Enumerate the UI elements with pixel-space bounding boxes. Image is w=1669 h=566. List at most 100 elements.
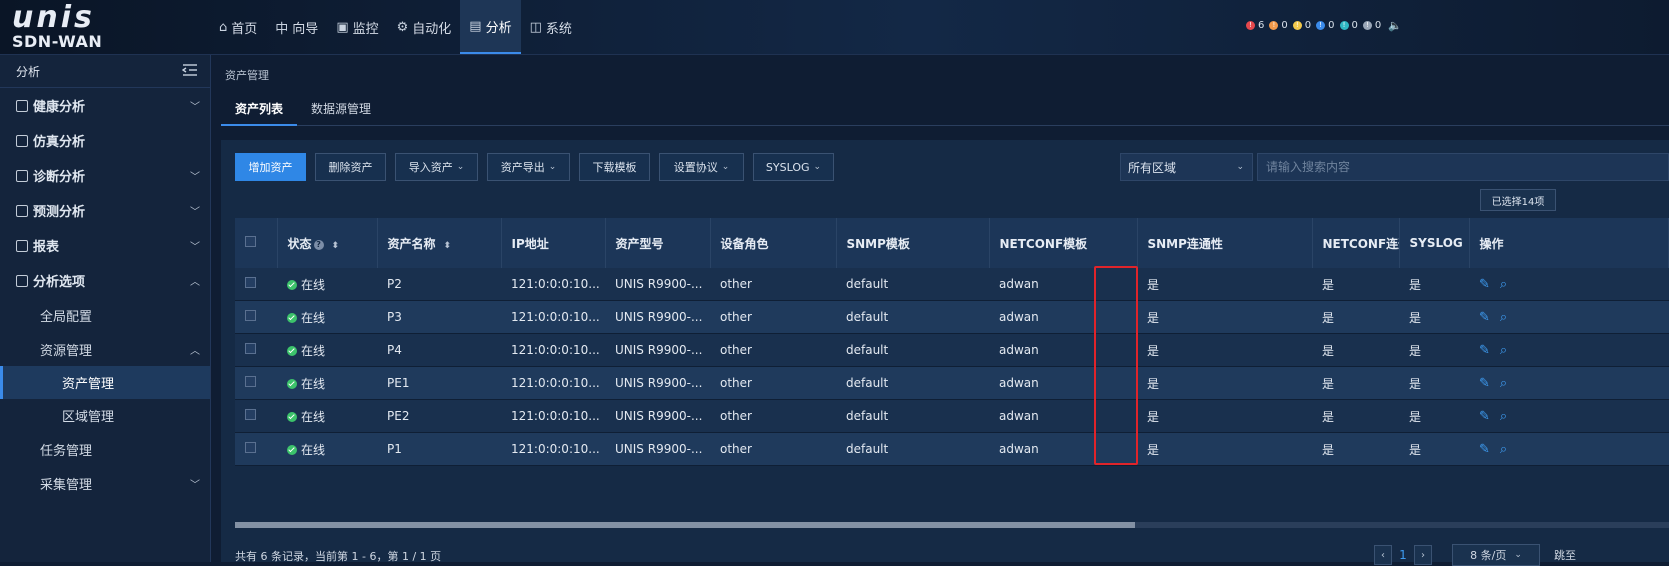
edit-icon[interactable]: ✎: [1479, 277, 1490, 292]
next-page-button[interactable]: ›: [1414, 545, 1432, 565]
alarm-info[interactable]: ! 0: [1339, 20, 1358, 31]
table-row[interactable]: 在线 P1 121:0:0:0:10... UNIS R9900-... oth…: [235, 432, 1669, 466]
scrollbar-thumb[interactable]: [235, 522, 1135, 528]
online-check-icon: [287, 345, 297, 356]
table-row[interactable]: 在线 P4 121:0:0:0:10... UNIS R9900-... oth…: [235, 333, 1669, 367]
search-input[interactable]: [1257, 153, 1669, 181]
alarm-count: 0: [1328, 20, 1335, 31]
collapse-menu-icon[interactable]: [182, 63, 198, 77]
jump-to-label: 跳至: [1554, 549, 1576, 562]
add-asset-button[interactable]: 增加资产: [235, 153, 306, 181]
sidebar-item-label: 采集管理: [40, 477, 93, 493]
alarm-major[interactable]: ! 0: [1269, 20, 1288, 31]
select-all-checkbox[interactable]: [245, 236, 256, 247]
col-name[interactable]: 资产名称 ⬍: [377, 218, 502, 268]
sidebar-item-prediction[interactable]: 预测分析 ﹀: [0, 193, 210, 228]
chevron-down-icon: ⌄: [1514, 550, 1522, 560]
status-cell: 在线: [277, 333, 377, 367]
detail-icon[interactable]: ⌕: [1500, 277, 1507, 292]
sort-icon[interactable]: ⬍: [332, 241, 340, 251]
sidebar-item-asset[interactable]: 资产管理: [0, 366, 210, 399]
sidebar-item-report[interactable]: 报表 ﹀: [0, 228, 210, 263]
horizontal-scrollbar[interactable]: [235, 522, 1669, 528]
edit-icon[interactable]: ✎: [1479, 310, 1490, 325]
sidebar-item-diagnosis[interactable]: 诊断分析 ﹀: [0, 158, 210, 193]
row-checkbox[interactable]: [245, 376, 256, 387]
row-checkbox[interactable]: [245, 343, 256, 354]
table-row[interactable]: 在线 PE2 121:0:0:0:10... UNIS R9900-... ot…: [235, 399, 1669, 433]
alarm-info-icon: !: [1339, 21, 1349, 30]
detail-icon[interactable]: ⌕: [1500, 409, 1507, 424]
nav-automation[interactable]: ⚙ 自动化: [388, 0, 461, 54]
sidebar-item-health[interactable]: 健康分析 ﹀: [0, 88, 210, 123]
syslog-button[interactable]: SYSLOG ⌄: [753, 153, 834, 181]
table-row[interactable]: 在线 P3 121:0:0:0:10... UNIS R9900-... oth…: [235, 300, 1669, 334]
sidebar-item-simulation[interactable]: 仿真分析: [0, 123, 210, 158]
row-checkbox[interactable]: [245, 409, 256, 420]
ip-cell: 121:0:0:0:10...: [501, 333, 605, 367]
set-protocol-button[interactable]: 设置协议 ⌄: [659, 153, 744, 181]
col-snmp-template: SNMP模板: [836, 218, 990, 268]
nav-home[interactable]: ⌂ 首页: [210, 0, 266, 54]
table-row[interactable]: 在线 PE1 121:0:0:0:10... UNIS R9900-... ot…: [235, 366, 1669, 400]
alarm-warning[interactable]: ! 0: [1316, 20, 1335, 31]
import-asset-button[interactable]: 导入资产 ⌄: [395, 153, 478, 181]
table-row[interactable]: 在线 P2 121:0:0:0:10... UNIS R9900-... oth…: [235, 268, 1669, 301]
alarm-unknown-icon: !: [1362, 21, 1372, 30]
status-cell: 在线: [277, 366, 377, 400]
region-select[interactable]: 所有区域 ⌄: [1120, 153, 1253, 181]
nav-monitor[interactable]: ▣ 监控: [327, 0, 387, 54]
ip-cell: 121:0:0:0:10...: [501, 399, 605, 433]
row-checkbox[interactable]: [245, 277, 256, 288]
edit-icon[interactable]: ✎: [1479, 376, 1490, 391]
sort-icon[interactable]: ⬍: [444, 241, 452, 251]
sidebar-item-global-config[interactable]: 全局配置: [0, 298, 210, 332]
sidebar-item-label: 预测分析: [33, 205, 86, 220]
sidebar-item-region[interactable]: 区域管理: [0, 399, 210, 432]
detail-icon[interactable]: ⌕: [1500, 376, 1507, 391]
snmp-template-cell: default: [836, 333, 989, 367]
nav-guide[interactable]: 中向导: [266, 0, 327, 54]
nav-analysis[interactable]: ▤ 分析: [460, 0, 521, 54]
sidebar-item-resource[interactable]: 资源管理 ︿: [0, 332, 210, 366]
page-size-select[interactable]: 8 条/页 ⌄: [1452, 544, 1540, 566]
row-checkbox[interactable]: [245, 310, 256, 321]
selected-count-badge[interactable]: 已选择14项: [1480, 189, 1556, 211]
detail-icon[interactable]: ⌕: [1500, 442, 1507, 457]
detail-icon[interactable]: ⌕: [1500, 310, 1507, 325]
brand-logo[interactable]: unis SDN-WAN: [12, 0, 202, 52]
speaker-icon[interactable]: 🔈: [1388, 19, 1402, 32]
tab-asset-list[interactable]: 资产列表: [221, 95, 298, 126]
role-cell: other: [710, 399, 836, 433]
sidebar-item-task[interactable]: 任务管理: [0, 432, 210, 466]
status-text: 在线: [301, 442, 326, 457]
prev-page-button[interactable]: ‹: [1374, 545, 1392, 565]
detail-icon[interactable]: ⌕: [1500, 343, 1507, 358]
ip-cell: 121:0:0:0:10...: [501, 300, 605, 334]
alarm-minor[interactable]: ! 0: [1292, 20, 1311, 31]
sidebar-item-collect[interactable]: 采集管理 ﹀: [0, 466, 210, 500]
sidebar-item-label: 分析选项: [33, 275, 86, 290]
nav-label: 监控: [352, 21, 379, 37]
edit-icon[interactable]: ✎: [1479, 442, 1490, 457]
delete-asset-button[interactable]: 删除资产: [315, 153, 386, 181]
export-asset-button[interactable]: 资产导出 ⌄: [487, 153, 570, 181]
row-checkbox[interactable]: [245, 442, 256, 453]
alarm-summary[interactable]: ! 6 ! 0 ! 0 ! 0 ! 0 ! 0 🔈: [1246, 19, 1402, 32]
help-icon[interactable]: ?: [313, 239, 324, 250]
alarm-unknown[interactable]: ! 0: [1362, 20, 1381, 31]
model-cell: UNIS R9900-...: [605, 399, 710, 433]
nav-system[interactable]: ◫ 系统: [521, 0, 581, 54]
options-icon: [16, 274, 28, 287]
download-template-button[interactable]: 下载模板: [579, 153, 650, 181]
name-cell: P1: [377, 432, 501, 466]
page-number[interactable]: 1: [1392, 545, 1414, 565]
alarm-critical[interactable]: ! 6: [1246, 20, 1264, 31]
sidebar-item-options[interactable]: 分析选项 ︿: [0, 263, 210, 298]
automation-icon: ⚙: [396, 19, 409, 35]
tab-datasource[interactable]: 数据源管理: [297, 95, 385, 124]
edit-icon[interactable]: ✎: [1479, 409, 1490, 424]
col-status[interactable]: 状态? ⬍: [277, 218, 378, 268]
edit-icon[interactable]: ✎: [1479, 343, 1490, 358]
model-cell: UNIS R9900-...: [605, 268, 710, 301]
